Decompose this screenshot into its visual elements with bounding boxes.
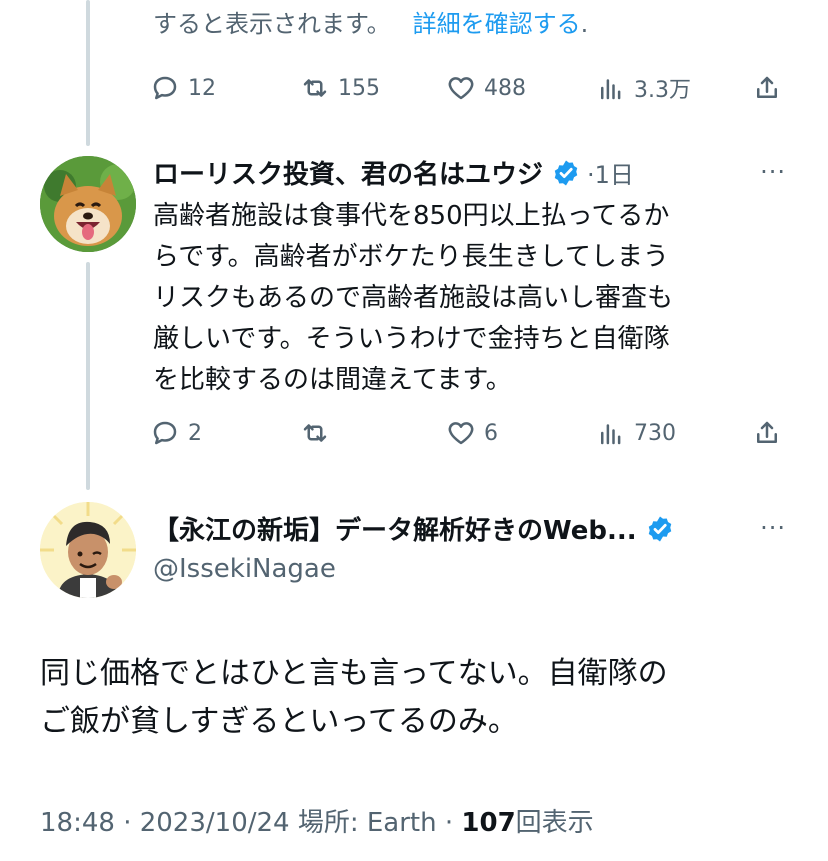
more-options-icon[interactable]: ··· (760, 514, 786, 542)
reply-text-line: 厳しいです。そういうわけで金持ちと自衛隊 (153, 324, 670, 354)
display-name[interactable]: ローリスク投資、君の名はユウジ (153, 154, 543, 191)
heart-icon (448, 422, 474, 445)
reply-text-line: らです。高齢者がボケたり長生きしてしまう (153, 242, 669, 272)
view-count: 107 (461, 808, 516, 838)
focus-text-line: ご飯が貧しすぎるといってるのみ。 (40, 704, 518, 739)
prev-tweet-text-fragment: すると表示されます。 (153, 10, 391, 38)
focus-text-line: 同じ価格でとはひと言も言ってない。自衛隊の (40, 656, 668, 691)
view-label: 回表示 (515, 808, 594, 838)
reply-tweet-header: ローリスク投資、君の名はユウジ ·1日 (153, 154, 634, 191)
like-count: 6 (484, 420, 498, 446)
like-count: 488 (484, 75, 526, 101)
reply-text-line: を比較するのは間違えてます。 (153, 365, 512, 395)
avatar[interactable] (40, 156, 136, 252)
tweet-time[interactable]: ·1日 (587, 155, 634, 190)
reply-tweet-text: 高齢者施設は食事代を850円以上払ってるか らです。高齢者がボケたり長生きしてし… (153, 196, 773, 401)
share-button[interactable] (752, 413, 782, 453)
details-link[interactable]: 詳細を確認する (413, 10, 581, 38)
retweet-icon (303, 424, 327, 442)
retweet-button[interactable]: 155 (300, 68, 380, 108)
focus-tweet-header: 【永江の新垢】データ解析好きのWeb... (153, 510, 675, 547)
shiba-dog-avatar-image (40, 156, 136, 252)
like-button[interactable]: 6 (446, 413, 498, 453)
reply-tweet-actions: 2 6 730 (150, 413, 790, 453)
thread-line-top (86, 0, 90, 146)
reply-icon (153, 421, 177, 445)
like-button[interactable]: 488 (446, 68, 526, 108)
views-count: 730 (634, 420, 676, 446)
retweet-count: 155 (338, 75, 380, 101)
reply-button[interactable]: 2 (150, 413, 202, 453)
user-handle[interactable]: @IssekiNagae (153, 554, 336, 584)
reply-button[interactable]: 12 (150, 68, 216, 108)
heart-icon (448, 77, 474, 100)
prev-tweet-tail: . (580, 10, 589, 38)
views-button[interactable]: 730 (596, 413, 676, 453)
verified-badge-icon (554, 160, 578, 185)
more-options-icon[interactable]: ··· (760, 158, 786, 186)
prev-tweet-text: すると表示されます。 詳細を確認する. (153, 4, 588, 39)
reply-text-line: 高齢者施設は食事代を850円以上払ってるか (153, 201, 670, 231)
reply-count: 2 (188, 420, 202, 446)
views-icon (601, 79, 621, 100)
share-icon (757, 76, 777, 98)
cartoon-person-avatar-image (40, 502, 136, 598)
prev-tweet-actions: 12 155 488 3.3万 (150, 68, 790, 108)
thread-line-middle (86, 262, 90, 490)
verified-badge-icon (648, 516, 671, 541)
focus-tweet-text: 同じ価格でとはひと言も言ってない。自衛隊の ご飯が貧しすぎるといってるのみ。 (40, 650, 800, 746)
reply-count: 12 (188, 75, 216, 101)
share-icon (757, 421, 777, 443)
tweet-footer: 18:48 · 2023/10/24 場所: Earth · 107回表示 (40, 802, 594, 839)
views-count: 3.3万 (634, 78, 691, 103)
display-name[interactable]: 【永江の新垢】データ解析好きのWeb... (153, 510, 637, 547)
tweet-timestamp[interactable]: 18:48 · 2023/10/24 場所: Earth · (40, 808, 461, 838)
retweet-icon (303, 79, 327, 97)
views-icon (601, 424, 621, 445)
reply-icon (153, 76, 177, 100)
avatar[interactable] (40, 502, 136, 598)
retweet-button[interactable] (300, 413, 338, 453)
views-button[interactable]: 3.3万 (596, 68, 691, 108)
reply-text-line: リスクもあるので高齢者施設は高いし審査も (153, 283, 674, 313)
share-button[interactable] (752, 68, 782, 108)
